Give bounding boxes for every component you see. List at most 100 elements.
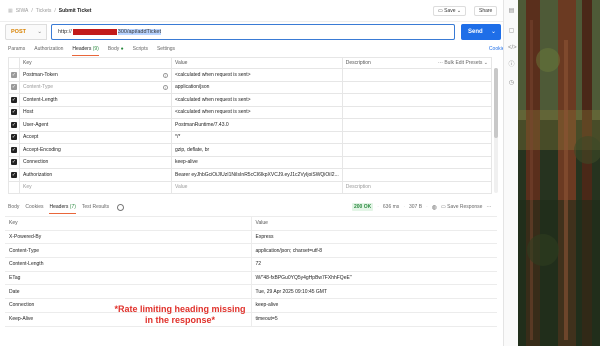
response-time[interactable]: 636 ms	[383, 204, 399, 210]
breadcrumb-collection[interactable]: Tickets	[36, 8, 52, 14]
tab-params[interactable]: Params	[8, 44, 25, 54]
header-description-cell[interactable]	[341, 118, 493, 132]
tab-response-headers[interactable]: Headers (7)	[49, 202, 77, 214]
row-checkbox-cell: ✓	[8, 68, 20, 82]
tab-body-label: Body	[107, 46, 120, 52]
checkbox[interactable]: ✓	[11, 84, 17, 91]
header-value-cell[interactable]: */*	[171, 130, 343, 144]
table-row[interactable]: ✓ Content-Length <calculated when request …	[8, 93, 493, 107]
row-checkbox-cell: ✓	[8, 143, 20, 157]
new-value-input[interactable]: Value	[171, 180, 343, 194]
body-indicator-dot: ●	[120, 46, 124, 52]
globe-icon[interactable]: ◍	[432, 204, 437, 211]
comments-icon[interactable]: ▢	[508, 28, 515, 35]
new-description-input[interactable]: Description	[341, 180, 493, 194]
documentation-icon[interactable]: ▤	[508, 8, 515, 15]
checkbox[interactable]: ✓	[11, 71, 17, 78]
header-description-cell[interactable]	[341, 143, 493, 157]
row-checkbox-cell: ✓	[8, 118, 20, 132]
column-key: Key	[19, 57, 172, 69]
header-key-cell[interactable]: Accept	[19, 130, 172, 144]
checkbox[interactable]: ✓	[11, 109, 17, 116]
header-key-cell[interactable]: Content-Length	[19, 93, 172, 107]
chevron-down-icon[interactable]: ⌄	[491, 24, 496, 40]
header-description-cell[interactable]	[341, 105, 493, 119]
header-key-cell[interactable]: Content-Type i	[19, 80, 172, 94]
row-checkbox-cell	[8, 180, 20, 194]
header-key-cell[interactable]: Postman-Token i	[19, 68, 172, 82]
header-key-cell[interactable]: Authorization	[19, 168, 172, 182]
save-response-button[interactable]: ▭ Save Response	[441, 204, 482, 210]
header-description-cell[interactable]	[341, 168, 493, 182]
header-actions: ··· Bulk Edit Presets ⌄	[438, 60, 488, 66]
header-value-cell[interactable]: <calculated when request is sent>	[171, 93, 343, 107]
breadcrumb-separator: /	[31, 8, 33, 14]
header-value-cell[interactable]: PostmanRuntime/7.43.0	[171, 118, 343, 132]
header-value-cell[interactable]: Bearer eyJhbGciOiJIUzI1NiIsInR5cCI6IkpXV…	[171, 168, 343, 182]
table-row[interactable]: ✓ Accept-Encoding gzip, deflate, br	[8, 143, 493, 157]
table-row[interactable]: ✓ Postman-Token i <calculated when request …	[8, 68, 493, 82]
header-value-cell[interactable]: <calculated when request is sent>	[171, 105, 343, 119]
tab-test-results[interactable]: Test Results	[82, 202, 109, 212]
header-key-cell[interactable]: Host	[19, 105, 172, 119]
checkbox[interactable]: ✓	[11, 159, 17, 166]
table-row[interactable]: ✓ Connection keep-alive	[8, 155, 493, 169]
related-icon[interactable]: ◷	[508, 80, 515, 87]
tab-response-cookies[interactable]: Cookies	[25, 202, 43, 212]
tab-response-body[interactable]: Body	[8, 202, 19, 212]
tab-body[interactable]: Body ●	[108, 44, 124, 54]
header-value-cell[interactable]: keep-alive	[171, 155, 343, 169]
checkbox[interactable]: ✓	[11, 96, 17, 103]
save-button[interactable]: ▭ Save ⌄	[433, 6, 467, 16]
table-row[interactable]: ✓ Accept */*	[8, 130, 493, 144]
tab-headers[interactable]: Headers (9)	[72, 44, 100, 56]
more-icon[interactable]: ···	[486, 204, 491, 210]
table-row-placeholder[interactable]: Key Value Description	[8, 180, 493, 194]
method-select[interactable]: POST ⌄	[5, 24, 47, 40]
share-button[interactable]: Share	[474, 6, 498, 16]
request-header-bar: ▦ SIWA / Tickets / Submit Ticket ▭ Save …	[0, 0, 503, 22]
url-input[interactable]: http:// 300/api/addTicket	[51, 24, 455, 40]
header-key-cell[interactable]: User-Agent	[19, 118, 172, 132]
save-response-label: Save Response	[447, 204, 483, 210]
history-icon[interactable]	[117, 203, 125, 211]
header-key-cell[interactable]: Accept-Encoding	[19, 143, 172, 157]
header-value-cell[interactable]: <calculated when request is sent>	[171, 68, 343, 82]
table-row[interactable]: ✓ Host <calculated when request is sent>	[8, 105, 493, 119]
table-row[interactable]: ✓ User-Agent PostmanRuntime/7.43.0	[8, 118, 493, 132]
info-icon[interactable]: i	[163, 72, 168, 78]
header-description-cell[interactable]	[341, 80, 493, 94]
table-row[interactable]: ✓ Content-Type i application/json	[8, 80, 493, 94]
tab-settings[interactable]: Settings	[157, 44, 175, 54]
scrollbar-thumb[interactable]	[494, 68, 498, 138]
checkbox[interactable]: ✓	[11, 146, 17, 153]
header-value-cell[interactable]: application/json	[171, 80, 343, 94]
code-icon[interactable]: </>	[508, 45, 517, 52]
header-value: <calculated when request is sent>	[175, 96, 251, 103]
response-header-value: keep-alive	[251, 298, 497, 313]
checkbox[interactable]: ✓	[11, 121, 17, 128]
send-button[interactable]: Send ⌄	[461, 24, 501, 40]
header-description-cell[interactable]	[341, 68, 493, 82]
checkbox[interactable]: ✓	[11, 134, 17, 141]
postman-window: ▦ SIWA / Tickets / Submit Ticket ▭ Save …	[0, 0, 518, 346]
status-badge[interactable]: 200 OK	[352, 203, 374, 211]
tab-scripts[interactable]: Scripts	[133, 44, 148, 54]
info-icon[interactable]: i	[163, 85, 168, 91]
breadcrumb-workspace[interactable]: SIWA	[16, 8, 29, 14]
header-description-cell[interactable]	[341, 93, 493, 107]
presets-dropdown[interactable]: Presets	[465, 60, 482, 66]
header-description-cell[interactable]	[341, 130, 493, 144]
tab-authorization[interactable]: Authorization	[34, 44, 63, 54]
response-size[interactable]: 307 B	[409, 204, 422, 210]
info-icon[interactable]: ⓘ	[508, 62, 515, 69]
headers-scrollbar[interactable]	[494, 68, 498, 193]
bulk-edit-link[interactable]: Bulk Edit	[444, 60, 464, 66]
request-title[interactable]: Submit Ticket	[59, 8, 92, 14]
header-key-cell[interactable]: Connection	[19, 155, 172, 169]
header-description-cell[interactable]	[341, 155, 493, 169]
new-key-input[interactable]: Key	[19, 180, 172, 194]
table-row[interactable]: ✓ Authorization Bearer eyJhbGciOiJIUzI1NiI…	[8, 168, 493, 182]
header-value-cell[interactable]: gzip, deflate, br	[171, 143, 343, 157]
checkbox[interactable]: ✓	[11, 171, 17, 178]
